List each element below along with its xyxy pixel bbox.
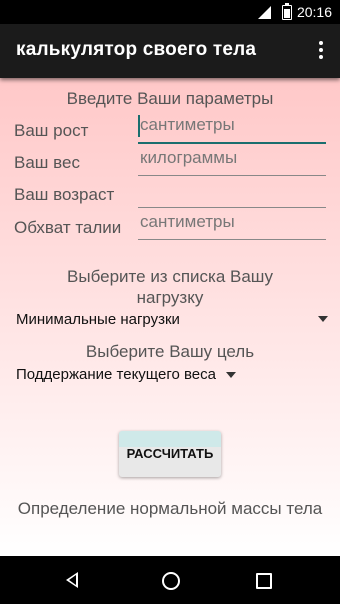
battery-icon [282,3,292,20]
recent-apps-icon[interactable] [256,573,272,589]
waist-input[interactable]: сантиметры [138,209,326,240]
calculate-button[interactable]: РАССЧИТАТЬ [119,431,221,477]
dropdown-arrow-icon [226,372,237,379]
dropdown-arrow-icon [318,316,328,322]
weight-input[interactable]: килограммы [138,145,326,176]
goal-prompt: Выберите Вашу цель [85,342,255,361]
status-time: 20:16 [296,4,332,20]
status-bar: 20:16 [0,0,340,24]
normal-weight-note: Определение нормальной массы тела [17,499,323,518]
home-icon[interactable] [162,572,180,590]
weight-input-placeholder: килограммы [140,148,238,167]
waist-label: Обхват талии [14,218,122,237]
height-label: Ваш рост [14,121,89,140]
app-title: калькулятор своего тела [16,39,257,60]
text-caret [138,115,140,137]
back-icon[interactable] [66,572,78,588]
load-dropdown[interactable]: Минимальные нагрузки [16,311,328,328]
waist-input-placeholder: сантиметры [140,212,235,231]
load-prompt: Выберите из списка Вашу нагрузку [67,267,273,307]
app-bar: калькулятор своего тела [0,24,340,78]
main-content: Введите Ваши параметры Ваш рост сантимет… [0,78,340,556]
overflow-menu-icon[interactable] [314,39,328,63]
goal-dropdown[interactable]: Поддержание текущего веса [16,366,237,383]
age-input[interactable] [138,177,326,208]
age-label: Ваш возраст [14,185,115,204]
form-heading: Введите Ваши параметры [66,89,274,108]
load-dropdown-value: Минимальные нагрузки [16,311,180,328]
height-input[interactable]: сантиметры [138,112,326,144]
signal-icon [258,6,271,19]
weight-label: Ваш вес [14,153,80,172]
height-input-placeholder: сантиметры [140,115,235,134]
goal-dropdown-value: Поддержание текущего веса [16,366,216,383]
navigation-bar [0,556,340,604]
